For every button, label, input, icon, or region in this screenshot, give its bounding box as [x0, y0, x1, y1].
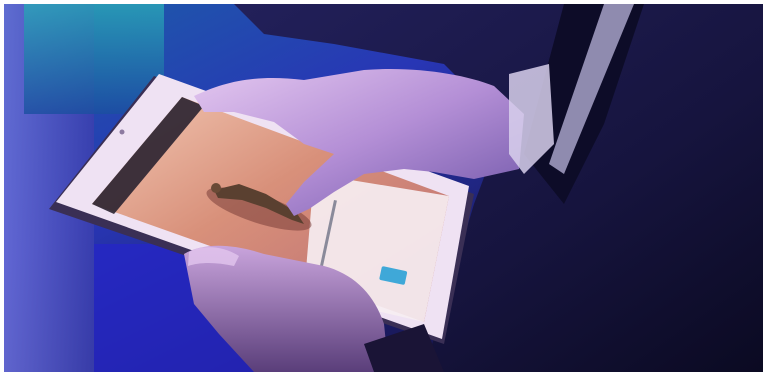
- photo-scene: [4, 4, 763, 372]
- tablet-camera: [119, 129, 125, 135]
- photo-frame: [4, 4, 763, 372]
